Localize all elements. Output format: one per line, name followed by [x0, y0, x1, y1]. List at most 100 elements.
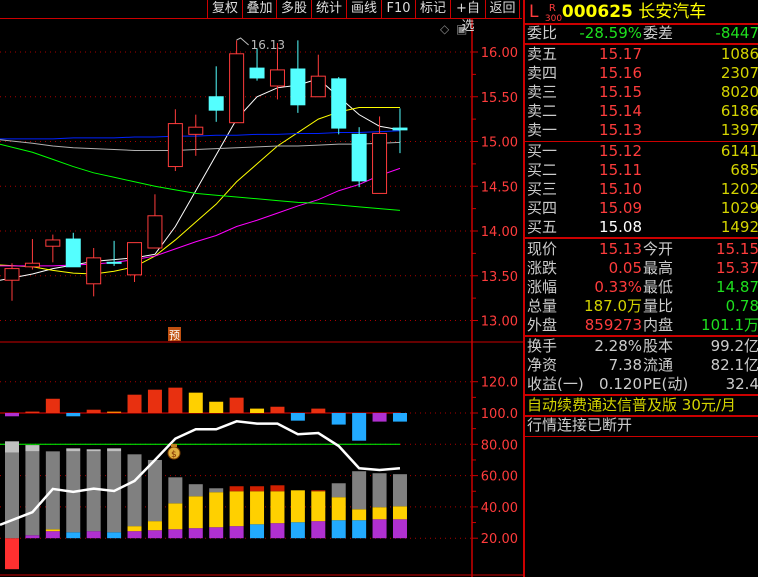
bid-row: 买一 15.12 6141: [527, 142, 758, 161]
yellow-segment: [229, 491, 244, 527]
bid-price: 15.12: [599, 142, 642, 160]
ask-volume: 8020: [720, 83, 758, 101]
candle: [127, 242, 143, 283]
stat-row: 总量 187.0万 量比 0.78: [527, 297, 758, 316]
ask-price: 15.14: [599, 102, 642, 120]
finance-value: 2.28%: [594, 337, 642, 355]
top-bar: [209, 401, 224, 413]
stacked-bar: [209, 488, 224, 539]
stacked-bar: [250, 486, 265, 539]
yellow-segment: [352, 509, 367, 521]
top-bar: [168, 387, 183, 413]
base-segment: [331, 520, 346, 539]
toolbar-button-8[interactable]: 返回: [485, 0, 519, 18]
indicator-tick-label: 40.00: [481, 501, 518, 516]
stacked-bar: [270, 485, 285, 539]
bid-label: 买二: [527, 161, 558, 179]
gray-segment: [209, 488, 224, 493]
bid-volume: 1029: [720, 199, 758, 217]
top-bar: [188, 392, 203, 413]
price-tick-label: 14.50: [481, 180, 518, 195]
ask-volume: 6186: [720, 102, 758, 120]
bid-label: 买四: [527, 199, 558, 217]
diamond-icon[interactable]: ◇: [440, 22, 450, 36]
base-segment: [168, 529, 183, 539]
gray-segment: [25, 451, 40, 536]
top-bar: [5, 413, 19, 417]
yellow-segment: [188, 496, 203, 529]
candle: [351, 127, 367, 188]
ask-label: 卖五: [527, 45, 558, 63]
stat-value: 0.05: [608, 259, 642, 277]
candle: [45, 234, 61, 263]
money-bag-icon: $: [167, 444, 181, 460]
stacked-bar: [127, 454, 142, 539]
stat-label: 外盘: [527, 316, 558, 334]
stat-row: 外盘 859273 内盘 101.1万: [527, 316, 758, 335]
base-segment: [5, 538, 19, 570]
yellow-segment: [331, 497, 346, 521]
bid-row: 买四 15.09 1029: [527, 199, 758, 218]
ask-row: 卖四 15.16 2307: [527, 64, 758, 83]
indicator-tick-label: 60.00: [481, 470, 518, 485]
toolbar-button-4[interactable]: 画线: [346, 0, 381, 18]
finance-value: 32.4: [725, 375, 758, 393]
candle: [249, 48, 265, 81]
promo-link[interactable]: 自动续费通达信普及版 30元/月: [527, 396, 758, 415]
candle-body: [269, 69, 285, 87]
toolbar-button-1[interactable]: 叠加: [242, 0, 276, 18]
toolbar-button-6[interactable]: 标记: [415, 0, 450, 18]
candle-body: [127, 242, 143, 276]
stacked-bar: [311, 490, 326, 539]
stat-label: 最高: [643, 259, 674, 277]
stacked-bar: [352, 471, 367, 539]
ask-label: 卖一: [527, 121, 558, 139]
indicator-tick-label: 120.0: [481, 376, 518, 391]
top-bar: [290, 413, 305, 421]
finance-row: 换手 2.28% 股本 99.2亿: [527, 337, 758, 356]
top-bar: [372, 413, 387, 422]
toolbar-button-5[interactable]: F10: [381, 0, 415, 18]
promo-text[interactable]: 自动续费通达信普及版 30元/月: [527, 396, 736, 415]
stat-label: 量比: [643, 297, 674, 315]
cap-segment: [311, 490, 326, 492]
stacked-bar: [168, 477, 183, 539]
candle: [106, 240, 122, 266]
forecast-marker[interactable]: 预: [169, 329, 180, 342]
yellow-segment: [147, 521, 162, 531]
toolbar-button-2[interactable]: 多股: [276, 0, 311, 18]
toolbar-divider: [519, 0, 522, 18]
bid-row: 买三 15.10 1202: [527, 180, 758, 199]
stat-value: 859273: [584, 316, 642, 334]
base-segment: [107, 532, 122, 539]
toolbar-button-0[interactable]: 复权: [207, 0, 242, 18]
cap-segment: [229, 486, 244, 492]
light-gray-segment: [107, 448, 122, 452]
weibi-row: 委比 -28.59% 委差 -8447: [527, 24, 758, 43]
ask-price: 15.15: [599, 83, 642, 101]
bid-volume: 1492: [720, 218, 758, 236]
yellow-segment: [290, 490, 305, 523]
price-tick-label: 16.00: [481, 46, 518, 61]
toolbar-button-3[interactable]: 统计: [311, 0, 346, 18]
gray-segment: [372, 473, 387, 508]
top-bar: [127, 394, 142, 413]
candle-body: [229, 53, 245, 124]
stacked-bar: [392, 474, 407, 539]
bid-volume: 1202: [720, 180, 758, 198]
kline-chart[interactable]: 16.0015.5015.0014.5014.0013.5013.00◇ ▣16.…: [0, 0, 523, 577]
weibi-value: -28.59%: [579, 24, 642, 42]
ask-label: 卖四: [527, 64, 558, 82]
price-tick-label: 13.50: [481, 270, 518, 285]
ask-volume: 2307: [720, 64, 758, 82]
ma-line-ma60: [0, 143, 401, 211]
indicator-tick-label: 20.00: [481, 532, 518, 547]
top-bar: [45, 398, 60, 413]
candle: [147, 194, 163, 249]
top-bar: [229, 397, 244, 413]
finance-row: 收益(一) 0.120 PE(动) 32.4: [527, 375, 758, 394]
bid-price: 15.08: [599, 218, 642, 236]
stacked-bar: [331, 483, 346, 539]
toolbar-button-7[interactable]: +自选: [450, 0, 485, 34]
stat-label: 涨幅: [527, 278, 558, 296]
